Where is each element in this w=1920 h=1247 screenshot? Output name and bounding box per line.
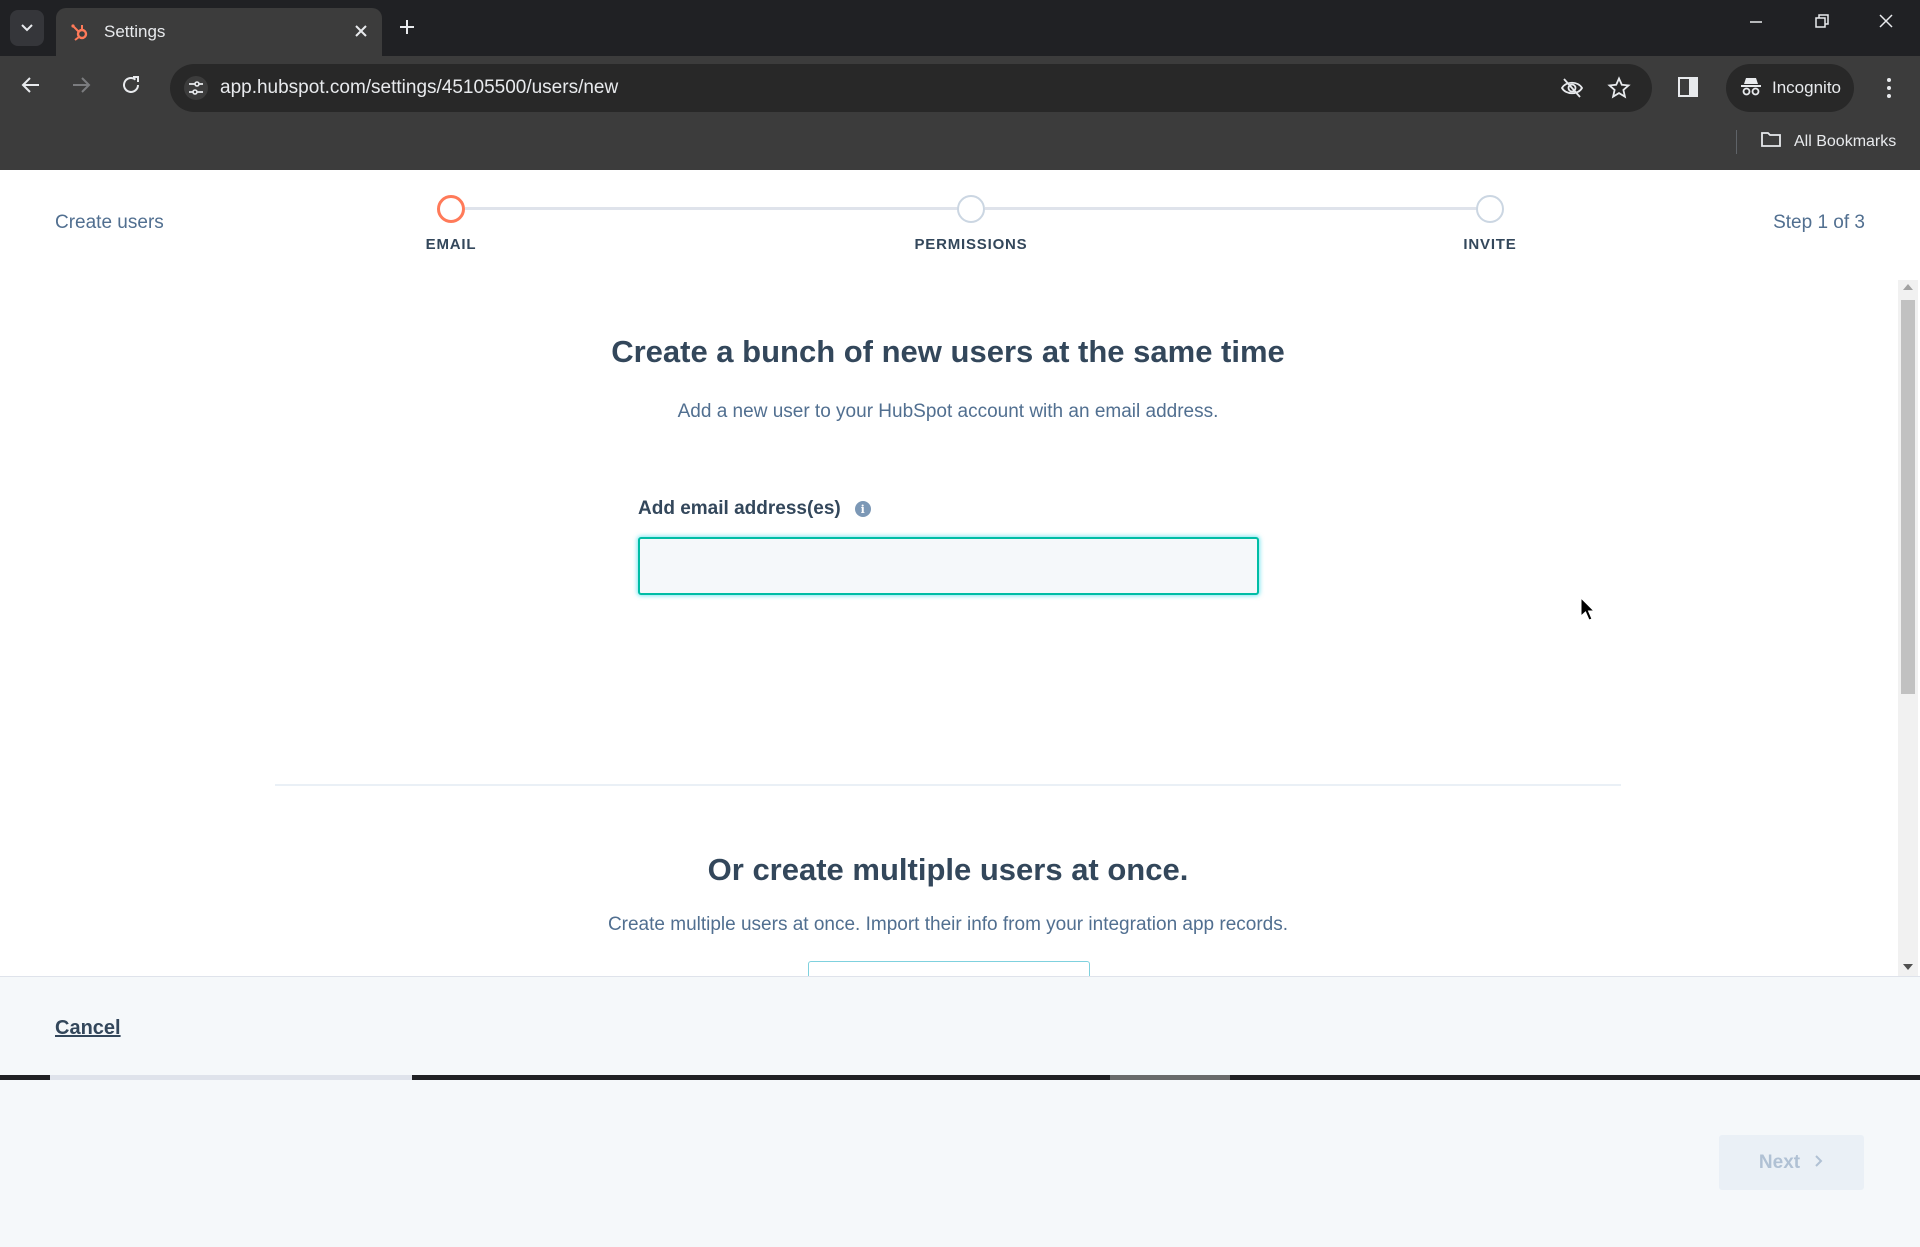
close-icon (1878, 12, 1894, 34)
step-label-permissions: PERMISSIONS (914, 236, 1028, 253)
section-divider (275, 784, 1621, 786)
step-circle-invite (1476, 195, 1504, 223)
browser-toolbar: app.hubspot.com/settings/45105500/users/… (0, 56, 1920, 120)
reload-icon (120, 76, 142, 101)
taskbar-item (1110, 1075, 1230, 1080)
restore-icon (1814, 12, 1830, 34)
import-subtitle: Create multiple users at once. Import th… (607, 914, 1289, 935)
taskbar-item (50, 1075, 412, 1080)
arrow-right-icon (70, 76, 92, 101)
folder-icon (1760, 130, 1782, 153)
browser-tab-settings[interactable]: Settings (56, 8, 382, 56)
page-title: Create users (55, 212, 164, 233)
eye-off-icon[interactable] (1560, 76, 1584, 105)
address-bar[interactable]: app.hubspot.com/settings/45105500/users/… (170, 64, 1652, 112)
kebab-menu-icon (1884, 78, 1894, 104)
close-window-button[interactable] (1878, 12, 1894, 35)
minimize-button[interactable] (1748, 12, 1764, 35)
close-icon[interactable] (354, 22, 368, 43)
next-button[interactable]: Next (1719, 1135, 1864, 1190)
cancel-button[interactable]: Cancel (55, 1017, 121, 1040)
main-heading: Create a bunch of new users at the same … (611, 334, 1285, 369)
step-circle-permissions (957, 195, 985, 223)
bookmarks-separator (1736, 130, 1737, 154)
mouse-cursor-icon (1580, 596, 1598, 628)
email-input[interactable] (638, 537, 1259, 595)
new-tab-button[interactable] (398, 12, 416, 42)
back-button[interactable] (20, 74, 42, 102)
tab-title: Settings (104, 22, 166, 41)
hubspot-sprocket-icon (70, 22, 90, 42)
incognito-icon (1740, 75, 1762, 102)
import-heading: Or create multiple users at once. (707, 852, 1189, 887)
browser-tab-bar: Settings (0, 0, 1920, 56)
step-label-email: EMAIL (425, 236, 477, 253)
reload-button[interactable] (120, 74, 142, 102)
side-panel-button[interactable] (1677, 76, 1699, 104)
all-bookmarks-label: All Bookmarks (1794, 132, 1897, 150)
incognito-indicator[interactable]: Incognito (1726, 64, 1854, 112)
url-text[interactable]: app.hubspot.com/settings/45105500/users/… (220, 77, 618, 99)
tab-search-button[interactable] (10, 10, 44, 46)
star-icon[interactable] (1607, 76, 1631, 105)
email-field-label-text: Add email address(es) (638, 498, 841, 519)
email-field-label: Add email address(es) i (638, 498, 871, 520)
restore-button[interactable] (1814, 12, 1830, 35)
tune-icon[interactable] (184, 76, 208, 100)
page: Create users EMAIL PERMISSIONS INVITE St… (0, 170, 1920, 1247)
stepper-connector (465, 207, 971, 210)
all-bookmarks-button[interactable]: All Bookmarks (1760, 130, 1896, 153)
step-label-invite: INVITE (1463, 236, 1517, 253)
step-counter: Step 1 of 3 (1773, 212, 1865, 233)
scroll-up-arrow-icon[interactable] (1903, 284, 1913, 290)
info-icon[interactable]: i (854, 501, 871, 517)
page-scrollbar[interactable] (1898, 280, 1918, 976)
bookmarks-bar: All Bookmarks (0, 120, 1920, 170)
chevron-down-icon (20, 20, 34, 36)
stepper-connector (985, 207, 1490, 210)
chevron-right-icon (1814, 1152, 1824, 1174)
footer-bar: Cancel Next (0, 976, 1920, 1247)
incognito-label: Incognito (1772, 78, 1841, 97)
plus-icon (398, 12, 416, 42)
scroll-down-arrow-icon[interactable] (1903, 964, 1913, 970)
side-panel-icon (1677, 77, 1699, 103)
forward-button[interactable] (70, 74, 92, 102)
scrollbar-thumb[interactable] (1901, 300, 1915, 694)
taskbar-strip (0, 1075, 1920, 1080)
step-circle-email (437, 195, 465, 223)
next-button-label: Next (1758, 1151, 1801, 1173)
arrow-left-icon (20, 76, 42, 101)
browser-menu-button[interactable] (1884, 76, 1894, 105)
minimize-icon (1748, 12, 1764, 34)
main-subtitle: Add a new user to your HubSpot account w… (677, 401, 1219, 422)
